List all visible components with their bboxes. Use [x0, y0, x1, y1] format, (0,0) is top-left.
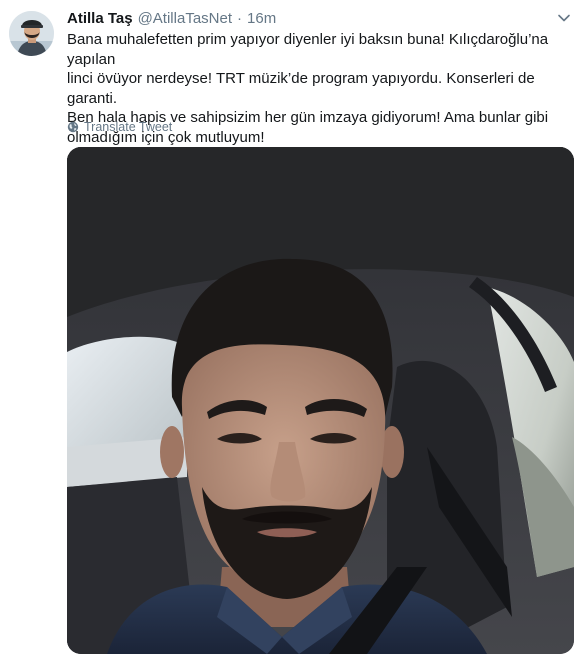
translate-label: Translate Tweet [84, 120, 173, 134]
user-handle[interactable]: @AtillaTasNet [138, 9, 232, 29]
tweet: Atilla Taş @AtillaTasNet · 16m Bana muha… [0, 0, 584, 662]
separator-dot: · [237, 10, 243, 27]
tweet-media[interactable] [67, 147, 574, 654]
avatar[interactable] [9, 11, 54, 56]
tweet-header: Atilla Taş @AtillaTasNet · 16m [67, 9, 276, 29]
user-avatar-image [9, 11, 54, 56]
globe-icon [67, 121, 79, 133]
chevron-down-icon[interactable] [555, 11, 573, 25]
translate-tweet-link[interactable]: Translate Tweet [67, 118, 172, 136]
video-thumbnail [67, 147, 574, 654]
display-name[interactable]: Atilla Taş [67, 9, 133, 29]
timestamp[interactable]: 16m [247, 9, 276, 29]
